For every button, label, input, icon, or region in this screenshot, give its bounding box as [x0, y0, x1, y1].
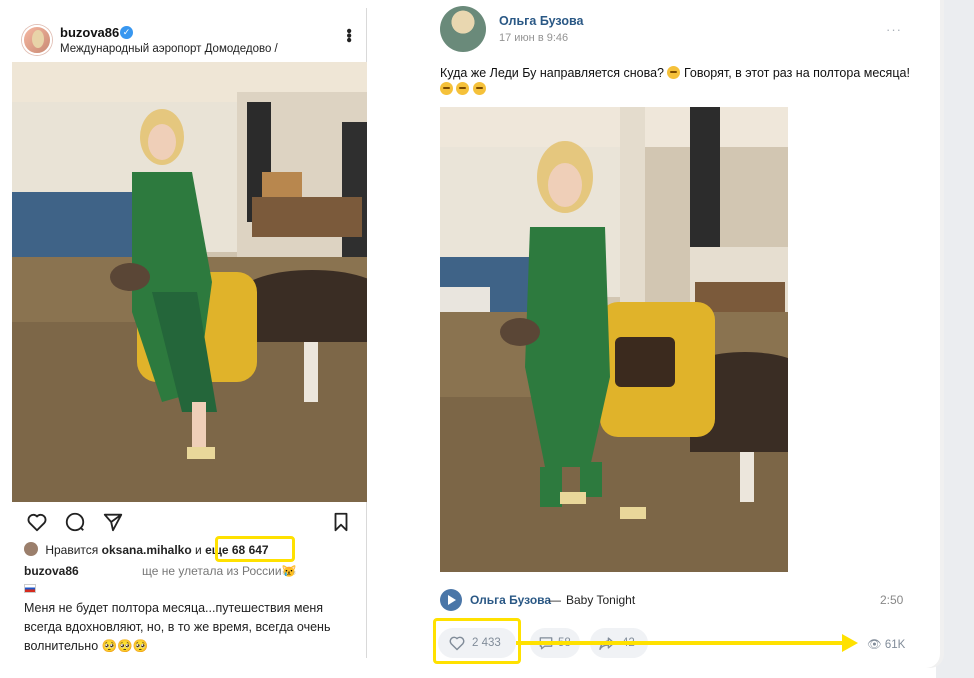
emoji-icon [440, 82, 453, 95]
vk-audio-attachment: Ольга Бузова — Baby Tonight 2:50 [440, 589, 910, 611]
vk-text-part1: Куда же Леди Бу направляется снова? [440, 66, 664, 80]
views-counter: 👁 61K [867, 637, 905, 651]
eye-icon: 👁 [867, 639, 882, 651]
instagram-location[interactable]: Международный аэропорт Домодедово / [60, 43, 278, 55]
caption-body: Меня не будет полтора месяца...путешеств… [24, 601, 331, 653]
audio-artist[interactable]: Ольга Бузова [470, 593, 551, 607]
emoji-icon [472, 82, 486, 95]
audio-dash: — [549, 593, 561, 607]
vk-post-text: Куда же Леди Бу направляется снова? Гово… [440, 65, 920, 97]
liker-username[interactable]: oksana.mihalko [102, 543, 192, 557]
bookmark-icon[interactable] [330, 511, 352, 533]
audio-duration: 2:50 [880, 593, 904, 607]
vk-post-date[interactable]: 17 июн в 9:46 [499, 32, 568, 44]
verified-icon: ✓ [120, 26, 133, 39]
emoji-icon [456, 82, 470, 95]
liker-avatar [24, 542, 38, 556]
instagram-username[interactable]: buzova86 [60, 25, 119, 40]
caption-first-line: ще не улетала из России😿 [142, 564, 297, 578]
send-icon[interactable] [102, 511, 124, 533]
vk-text-part2: Говорят, в этот раз на полтора месяца! [683, 66, 910, 80]
comment-icon[interactable] [64, 511, 86, 533]
likes-prefix: Нравится [45, 543, 99, 557]
audio-title[interactable]: Baby Tonight [566, 593, 635, 607]
heart-icon[interactable] [26, 511, 48, 533]
comparison-screenshot: buzova86 ✓ Международный аэропорт Домоде… [0, 0, 974, 678]
russia-flag-icon [24, 584, 36, 593]
more-icon[interactable]: ••• [340, 28, 357, 42]
instagram-photo-image [12, 62, 367, 502]
instagram-post: buzova86 ✓ Международный аэропорт Домоде… [12, 8, 367, 658]
instagram-avatar[interactable] [22, 25, 52, 55]
vk-photo-image [440, 107, 788, 572]
vk-feed-background [936, 0, 974, 678]
highlight-box-likes [215, 536, 295, 562]
instagram-action-bar [12, 508, 367, 536]
instagram-caption: buzova86 ще не улетала из России😿 Меня н… [24, 563, 364, 656]
vk-avatar[interactable] [440, 6, 486, 52]
thinking-emoji-icon [667, 66, 681, 79]
play-icon[interactable] [440, 589, 462, 611]
vk-post: Ольга Бузова 17 июн в 9:46 ··· Куда же Л… [420, 0, 940, 668]
vk-photo[interactable] [440, 107, 788, 572]
instagram-photo[interactable] [12, 62, 367, 502]
highlight-box-vk-likes [433, 618, 521, 664]
likes-and: и [195, 543, 202, 557]
arrow-annotation-head [842, 634, 858, 652]
arrow-annotation-line [516, 641, 846, 645]
more-icon[interactable]: ··· [886, 22, 902, 37]
vk-author-name[interactable]: Ольга Бузова [499, 14, 583, 28]
instagram-post-header: buzova86 ✓ Международный аэропорт Домоде… [12, 8, 367, 62]
views-count: 61K [884, 639, 906, 651]
caption-username[interactable]: buzova86 [24, 564, 79, 578]
